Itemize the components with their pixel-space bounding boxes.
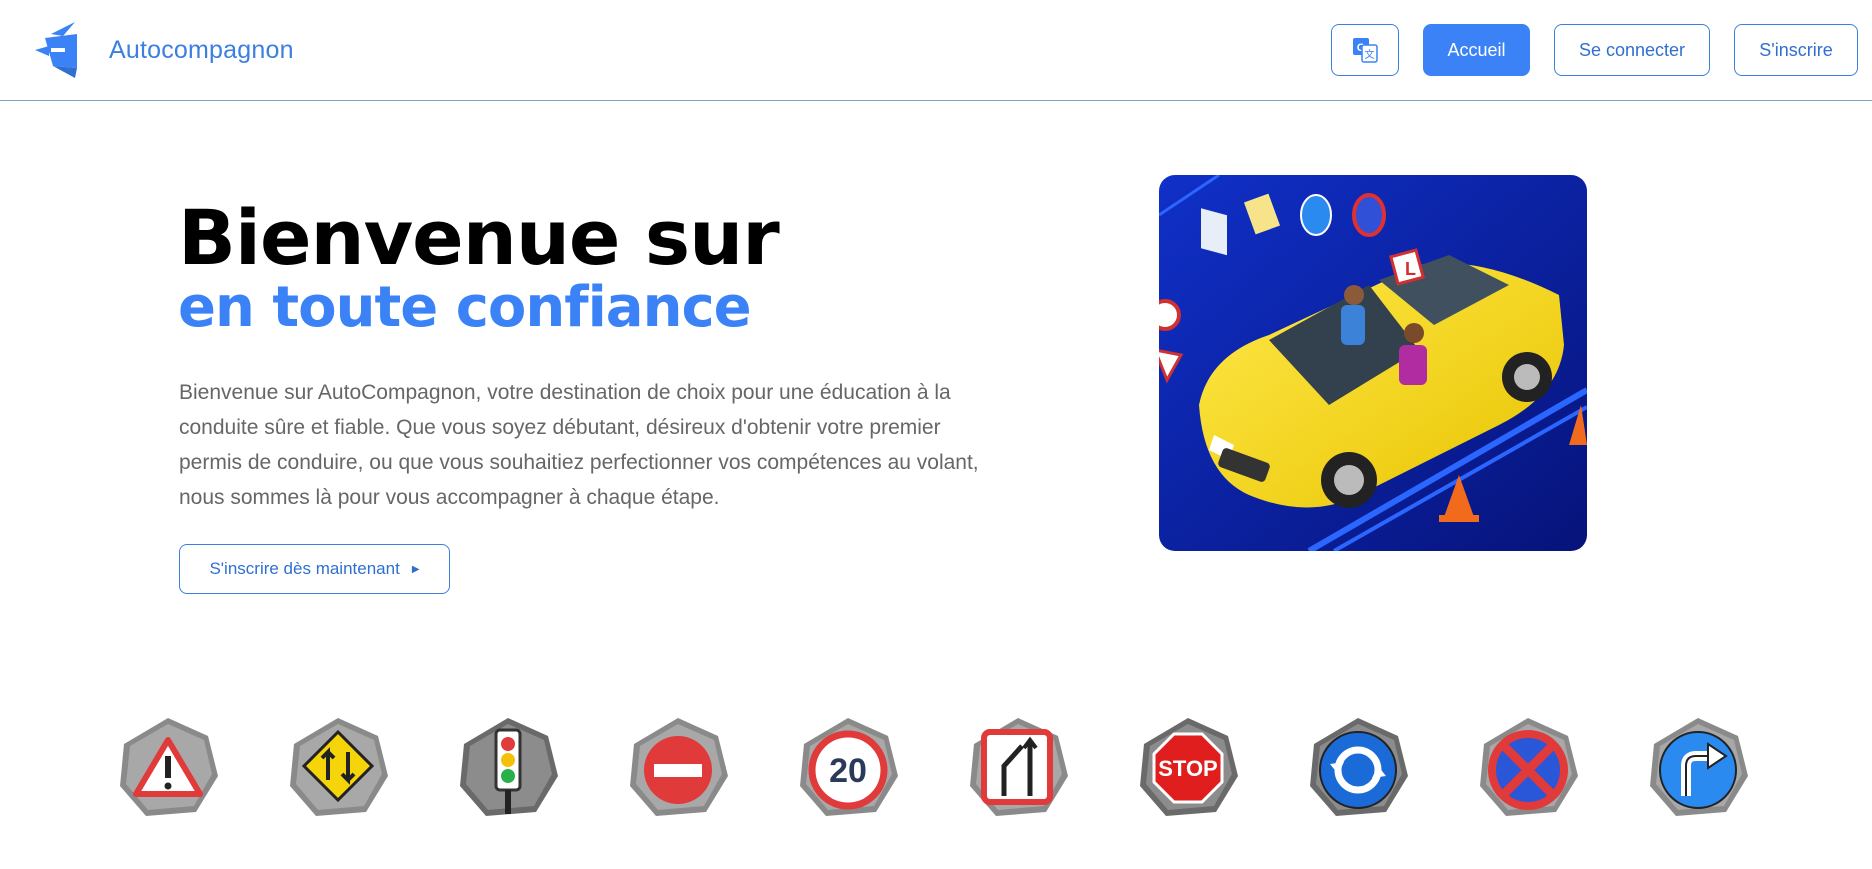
logo-icon xyxy=(35,22,77,78)
stop-sign-icon: STOP xyxy=(1136,716,1240,820)
signup-now-button[interactable]: S'inscrire dès maintenant ▶ xyxy=(179,544,450,594)
top-navbar: Autocompagnon G 文 Accueil Se connecter S… xyxy=(0,0,1872,101)
road-signs-row: 20 STOP xyxy=(0,716,1872,826)
nav-accueil-button[interactable]: Accueil xyxy=(1423,24,1530,76)
no-stopping-sign-icon xyxy=(1476,716,1580,820)
warning-sign-icon xyxy=(116,716,220,820)
svg-text:L: L xyxy=(1405,259,1416,279)
roundabout-sign-icon xyxy=(1306,716,1410,820)
lane-merge-sign-icon xyxy=(966,716,1070,820)
signup-button[interactable]: S'inscrire xyxy=(1734,24,1858,76)
svg-text:文: 文 xyxy=(1365,48,1375,61)
hero-subtitle: en toute confiance xyxy=(178,275,752,340)
hero-description: Bienvenue sur AutoCompagnon, votre desti… xyxy=(179,381,979,509)
brand[interactable]: Autocompagnon xyxy=(33,20,294,80)
cta-label: S'inscrire dès maintenant xyxy=(209,559,400,578)
driving-school-car-illustration: L xyxy=(1159,175,1587,551)
hero-title: Bienvenue sur xyxy=(178,193,780,282)
stop-sign-text: STOP xyxy=(1158,756,1218,781)
two-way-traffic-sign-icon xyxy=(286,716,390,820)
caret-right-icon: ▶ xyxy=(411,563,420,575)
nav-actions: G 文 Accueil Se connecter S'inscrire xyxy=(1331,24,1858,76)
speed-limit-value: 20 xyxy=(829,752,867,790)
brand-name: Autocompagnon xyxy=(109,35,294,64)
login-button[interactable]: Se connecter xyxy=(1554,24,1710,76)
translate-icon: G 文 xyxy=(1353,38,1378,63)
translate-button[interactable]: G 文 xyxy=(1331,24,1399,76)
traffic-light-sign-icon xyxy=(456,716,560,820)
turn-right-sign-icon xyxy=(1646,716,1750,820)
no-entry-sign-icon xyxy=(626,716,730,820)
speed-limit-sign-icon: 20 xyxy=(796,716,900,820)
